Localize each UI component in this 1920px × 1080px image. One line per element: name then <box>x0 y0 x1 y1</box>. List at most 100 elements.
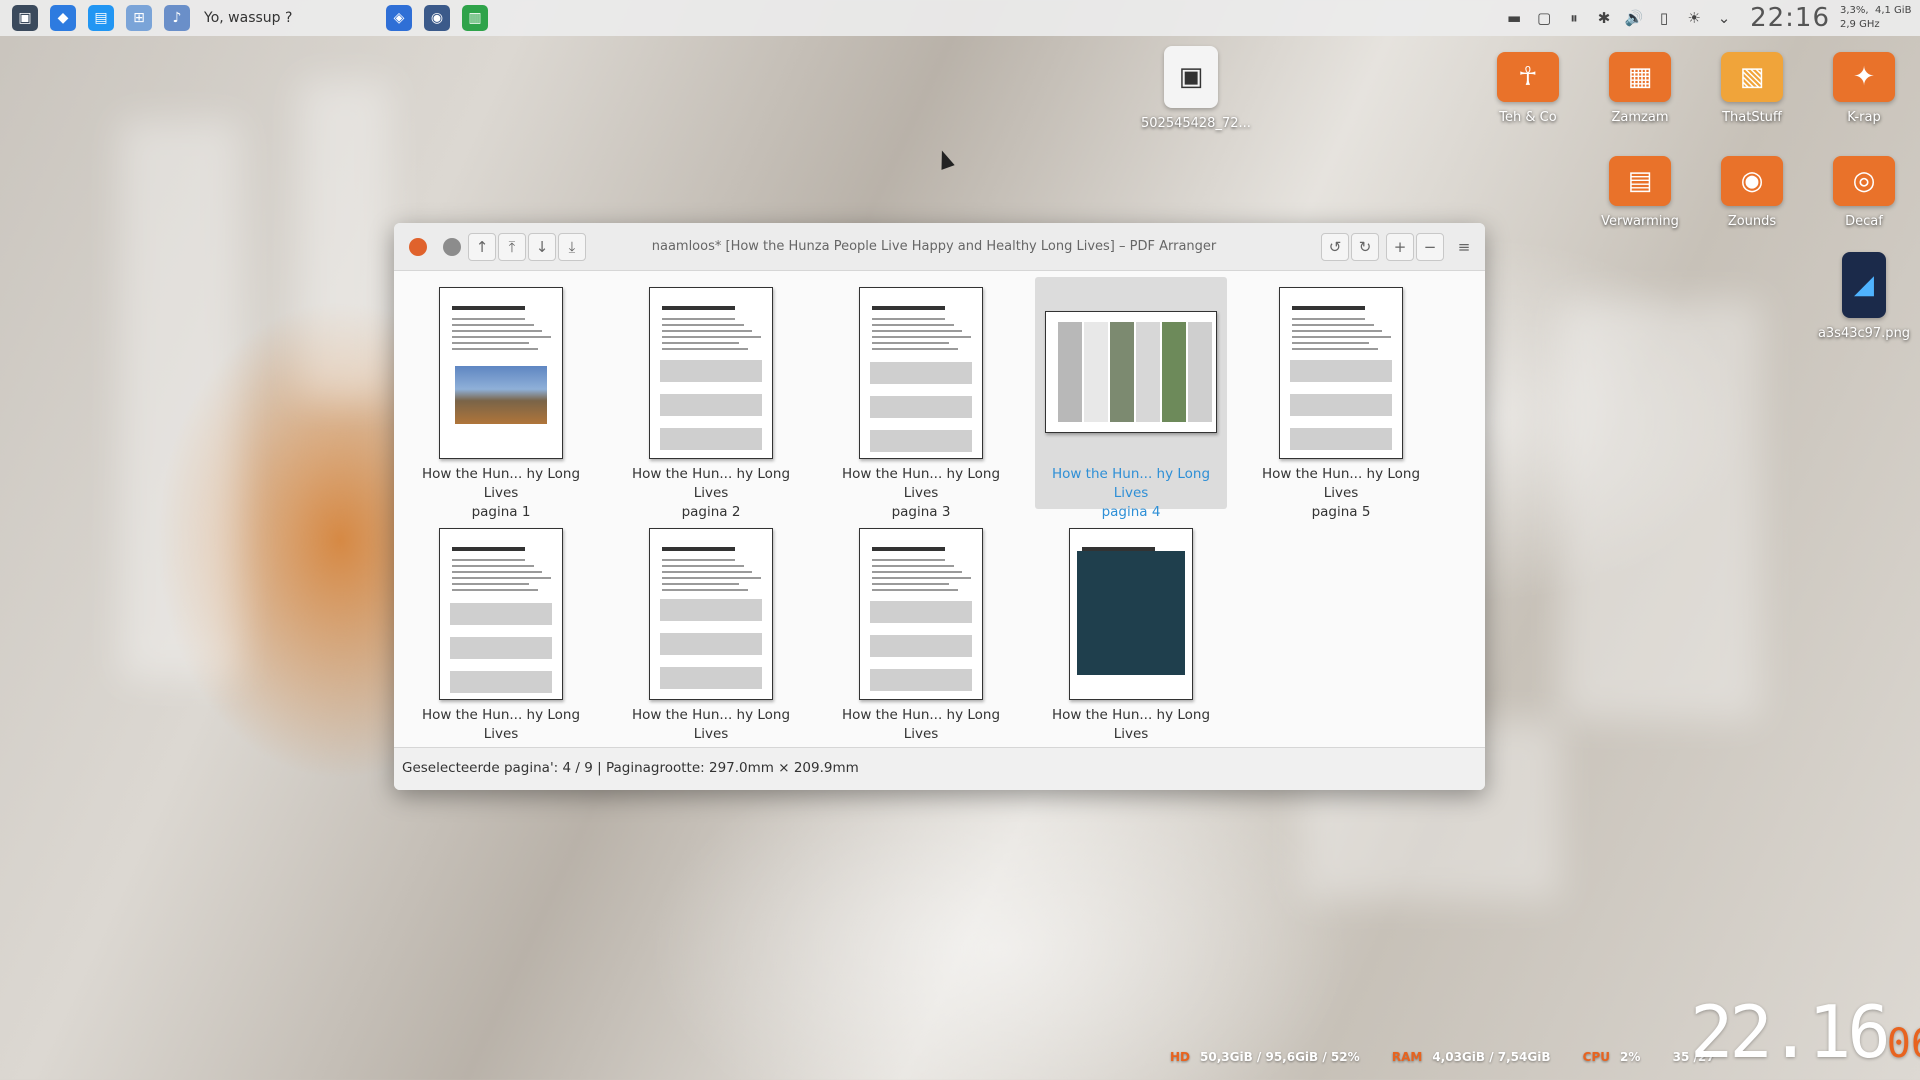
notes-app-icon[interactable]: ▥ <box>462 5 488 31</box>
desktop-folder-decaf[interactable]: ◎ Decaf <box>1814 156 1914 229</box>
cpu-frequency: 2,9 GHz <box>1840 19 1880 30</box>
page-preview <box>859 528 983 700</box>
file-png-icon: ◢ <box>1842 252 1886 318</box>
move-down-icon: ↓ <box>535 238 549 256</box>
page-preview <box>1069 528 1193 700</box>
desktop-icon-label: Decaf <box>1845 214 1883 229</box>
folder-thatstuff-icon: ▧ <box>1721 52 1783 102</box>
volume-icon[interactable]: 🔊 <box>1624 8 1644 28</box>
rotate-left-icon: ↺ <box>1328 238 1342 256</box>
desktop-folder-verwarming[interactable]: ▤ Verwarming <box>1590 156 1690 229</box>
panel-clock[interactable]: 22:16 <box>1750 3 1830 33</box>
zoom-in-icon: + <box>1393 238 1407 256</box>
rotate-right-icon: ↻ <box>1358 238 1372 256</box>
page-thumbnail-1[interactable]: How the Hun... hy Long Lives pagina 1 <box>405 277 597 520</box>
cpu-value: 2% <box>1620 1050 1641 1064</box>
page-title-label: How the Hun... hy Long Lives <box>1261 466 1421 501</box>
folder-teh-co-icon: ☥ <box>1497 52 1559 102</box>
page-title-label: How the Hun... hy Long Lives <box>421 707 581 742</box>
desktop-folder-thatstuff[interactable]: ▧ ThatStuff <box>1702 52 1802 125</box>
top-panel: ▣ ◆ ▤ ⊞ ♪ Yo, wassup ? ◈ ◉ ▥ ▬ ▢ ⏸ ✱ 🔊 ▯ ☀ ⌄ 22:16 3,… <box>0 0 1920 36</box>
folder-k-rap-icon: ✦ <box>1833 52 1895 102</box>
ram-label: RAM <box>1391 1050 1423 1064</box>
desktop-big-clock: 22.1606.VR <box>1690 990 1920 1074</box>
page-title-label: How the Hun... hy Long Lives <box>631 707 791 742</box>
page-preview <box>1045 311 1217 433</box>
page-thumbnail-9[interactable]: How the Hun... hy Long Livespagina 9 <box>1035 518 1227 761</box>
window-titlebar[interactable]: ↑ ⤒ ↓ ⤓ naamloos* [How the Hunza People Liv… <box>394 223 1485 271</box>
file-manager-icon[interactable]: ▤ <box>88 5 114 31</box>
move-down-button[interactable]: ↓ <box>528 233 556 261</box>
page-title-label: How the Hun... hy Long Lives <box>421 466 581 501</box>
document-viewer-icon[interactable]: ◆ <box>50 5 76 31</box>
terminal-icon[interactable]: ▣ <box>12 5 38 31</box>
pause-icon[interactable]: ⏸ <box>1564 8 1584 28</box>
page-thumbnail-2[interactable]: How the Hun... hy Long Lives pagina 2 <box>615 277 807 520</box>
status-bar: Geselecteerde pagina': 4 / 9 | Paginagro… <box>394 747 1485 790</box>
page-thumbnail-8[interactable]: How the Hun... hy Long Livespagina 8 <box>825 518 1017 761</box>
rotate-left-button[interactable]: ↺ <box>1321 233 1349 261</box>
zoom-out-button[interactable]: − <box>1416 233 1444 261</box>
desktop-folder-teh-co[interactable]: ☥ Teh & Co <box>1478 52 1578 125</box>
move-to-top-button[interactable]: ⤒ <box>498 233 526 261</box>
desktop-icon-label: K-rap <box>1847 110 1881 125</box>
cpu-label: CPU <box>1582 1050 1611 1064</box>
desktop-folder-zounds[interactable]: ◉ Zounds <box>1702 156 1802 229</box>
clipboard-icon[interactable]: ▢ <box>1534 8 1554 28</box>
folder-decaf-icon: ◎ <box>1833 156 1895 206</box>
desktop-icon-label: 502545428_72... <box>1141 116 1251 131</box>
page-title-label: How the Hun... hy Long Lives <box>1051 707 1211 742</box>
battery-icon[interactable]: ▯ <box>1654 8 1674 28</box>
move-to-bottom-button[interactable]: ⤓ <box>558 233 586 261</box>
page-number-label: pagina 5 <box>1311 504 1371 520</box>
cpu-usage: 3,3% <box>1840 5 1866 16</box>
page-caption: How the Hun... hy Long Lives pagina 4 <box>1035 465 1227 522</box>
move-up-button[interactable]: ↑ <box>468 233 496 261</box>
menu-icon: ≡ <box>1457 238 1471 256</box>
menu-button[interactable]: ≡ <box>1450 233 1478 261</box>
folder-zamzam-icon: ▦ <box>1609 52 1671 102</box>
desktop-icon-label: Teh & Co <box>1499 110 1557 125</box>
brave-browser-icon[interactable]: ◈ <box>386 5 412 31</box>
page-preview <box>439 528 563 700</box>
page-grid[interactable]: How the Hun... hy Long Lives pagina 1 How … <box>394 271 1485 761</box>
system-monitor: 3,3%, 4,1 GiB 2,9 GHz <box>1840 5 1912 30</box>
chevron-down-icon[interactable]: ⌄ <box>1714 8 1734 28</box>
music-note-icon[interactable]: ♪ <box>164 5 190 31</box>
page-thumbnail-6[interactable]: How the Hun... hy Long Livespagina 6 <box>405 518 597 761</box>
page-preview <box>439 287 563 459</box>
move-to-bottom-icon: ⤓ <box>568 238 576 256</box>
desktop-folder-zamzam[interactable]: ▦ Zamzam <box>1590 52 1690 125</box>
weather-icon[interactable]: ☀ <box>1684 8 1704 28</box>
desktop-file-image[interactable]: ▣ 502545428_72... <box>1141 46 1251 131</box>
chat-icon[interactable]: ▬ <box>1504 8 1524 28</box>
window-title: naamloos* [How the Hunza People Live Hap… <box>651 239 1217 254</box>
minimize-button[interactable] <box>443 238 461 256</box>
memory-usage: 4,1 GiB <box>1874 5 1912 16</box>
conky-stats: HD 50,3GiB / 95,6GiB / 52% RAM 4,03GiB / 7… <box>1170 1050 1743 1064</box>
zoom-out-icon: − <box>1423 238 1437 256</box>
desktop-icon-label: ThatStuff <box>1722 110 1782 125</box>
taskbar-apps: ◈ ◉ ▥ <box>374 0 488 36</box>
hd-value: 50,3GiB / 95,6GiB / 52% <box>1200 1050 1360 1064</box>
page-thumbnail-3[interactable]: How the Hun... hy Long Lives pagina 3 <box>825 277 1017 520</box>
page-caption: How the Hun... hy Long Lives pagina 2 <box>615 465 807 522</box>
panel-title: Yo, wassup ? <box>204 10 293 26</box>
big-clock-time: 22.16 <box>1690 990 1891 1074</box>
desktop-icon-label: a3s43c97.png <box>1817 326 1911 341</box>
page-thumbnail-5[interactable]: How the Hun... hy Long Lives pagina 5 <box>1245 277 1437 520</box>
desktop-folder-k-rap[interactable]: ✦ K-rap <box>1814 52 1914 125</box>
close-button[interactable] <box>409 238 427 256</box>
page-preview <box>859 287 983 459</box>
page-thumbnail-7[interactable]: How the Hun... hy Long Livespagina 7 <box>615 518 807 761</box>
zoom-in-button[interactable]: + <box>1386 233 1414 261</box>
network-icon[interactable]: ⊞ <box>126 5 152 31</box>
media-player-icon[interactable]: ◉ <box>424 5 450 31</box>
launcher-group: ▣ ◆ ▤ ⊞ ♪ <box>0 0 190 36</box>
page-thumbnail-4[interactable]: How the Hun... hy Long Lives pagina 4 <box>1035 277 1227 520</box>
rotate-right-button[interactable]: ↻ <box>1351 233 1379 261</box>
desktop-file-png[interactable]: ◢ a3s43c97.png <box>1814 252 1914 341</box>
bluetooth-icon[interactable]: ✱ <box>1594 8 1614 28</box>
page-preview <box>1279 287 1403 459</box>
desktop-icon-label: Zamzam <box>1611 110 1669 125</box>
